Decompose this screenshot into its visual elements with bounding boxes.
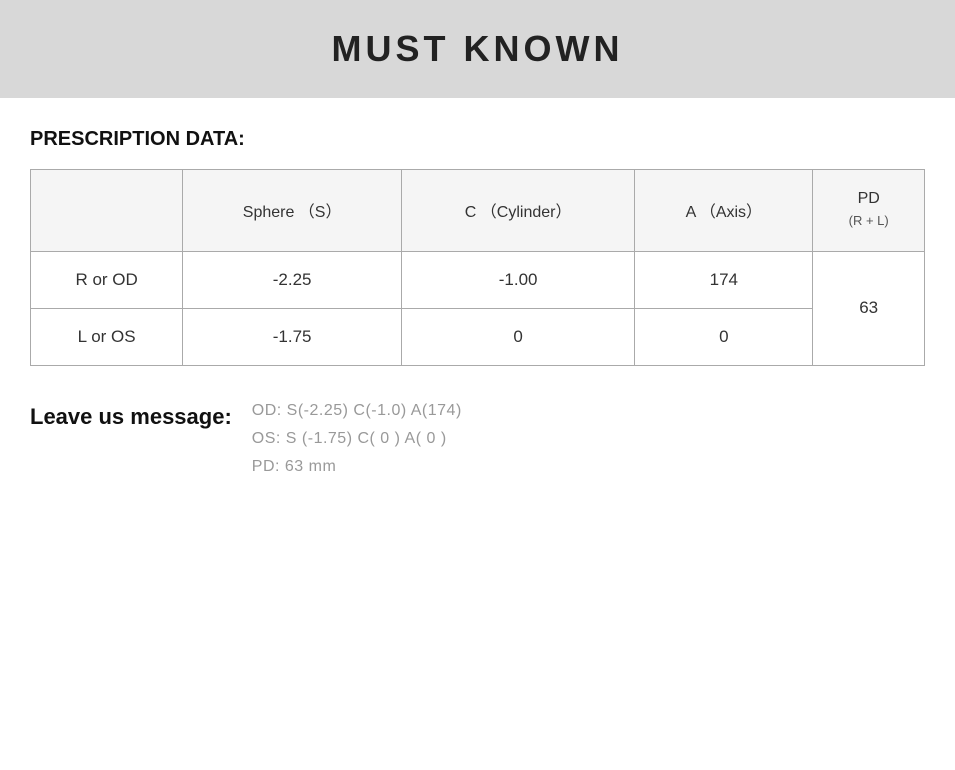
col-header-sphere: Sphere （S） xyxy=(183,170,402,252)
message-line-os: OS: S (-1.75) C( 0 ) A( 0 ) xyxy=(252,430,462,448)
table-row: L or OS -1.75 0 0 xyxy=(31,308,925,365)
message-line-od: OD: S(-2.25) C(-1.0) A(174) xyxy=(252,402,462,420)
message-section: Leave us message: OD: S(-2.25) C(-1.0) A… xyxy=(30,402,925,476)
col-header-eye xyxy=(31,170,183,252)
row-od-sphere: -2.25 xyxy=(183,251,402,308)
message-line-pd: PD: 63 mm xyxy=(252,458,462,476)
table-row: R or OD -2.25 -1.00 174 63 xyxy=(31,251,925,308)
pd-value: 63 xyxy=(813,251,925,365)
row-os-cylinder: 0 xyxy=(401,308,634,365)
row-os-label: L or OS xyxy=(31,308,183,365)
header-banner: MUST KNOWN xyxy=(0,0,955,98)
page-title: MUST KNOWN xyxy=(20,28,935,70)
message-label: Leave us message: xyxy=(30,402,232,430)
row-od-axis: 174 xyxy=(635,251,813,308)
pd-sub-label: (R + L) xyxy=(849,213,889,228)
row-od-label: R or OD xyxy=(31,251,183,308)
pd-label: PD xyxy=(858,190,880,207)
prescription-section-label: PRESCRIPTION DATA: xyxy=(30,128,925,151)
message-lines: OD: S(-2.25) C(-1.0) A(174) OS: S (-1.75… xyxy=(252,402,462,476)
row-od-cylinder: -1.00 xyxy=(401,251,634,308)
col-header-axis: A （Axis） xyxy=(635,170,813,252)
col-header-pd: PD (R + L) xyxy=(813,170,925,252)
content-area: PRESCRIPTION DATA: Sphere （S） C （Cylinde… xyxy=(0,128,955,506)
prescription-table: Sphere （S） C （Cylinder） A （Axis） PD (R +… xyxy=(30,169,925,366)
col-header-cylinder: C （Cylinder） xyxy=(401,170,634,252)
row-os-sphere: -1.75 xyxy=(183,308,402,365)
row-os-axis: 0 xyxy=(635,308,813,365)
